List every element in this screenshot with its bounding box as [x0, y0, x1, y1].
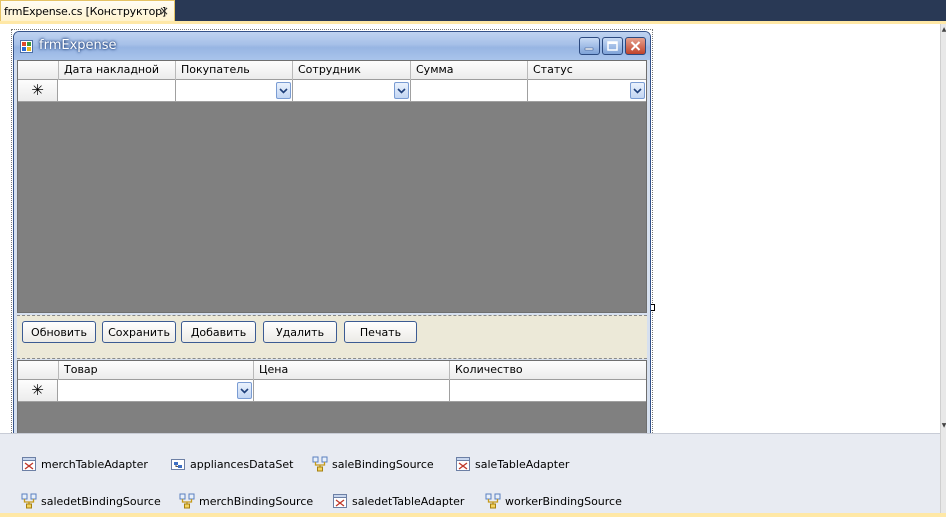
maximize-icon — [607, 41, 618, 51]
sales-grid-header: Дата накладной Покупатель Сотрудник Сумм… — [18, 61, 646, 80]
tray-item-appliances-dataset[interactable]: appliancesDataSet — [170, 456, 293, 472]
refresh-button[interactable]: Обновить — [22, 321, 96, 343]
column-header-product[interactable]: Товар — [59, 361, 254, 380]
tray-item-merch-binding-source[interactable]: merchBindingSource — [179, 493, 313, 509]
tray-bottom-border — [0, 513, 946, 517]
button-panel: Обновить Сохранить Добавить Удалить Печа… — [17, 315, 647, 359]
add-button[interactable]: Добавить — [181, 321, 256, 343]
document-tab-strip: frmExpense.cs [Конструктор] × — [0, 0, 946, 22]
cell-status[interactable] — [528, 80, 646, 101]
sale-details-grid-header: Товар Цена Количество — [18, 361, 646, 380]
tray-item-label: saledetTableAdapter — [352, 494, 465, 508]
tray-item-sale-table-adapter[interactable]: saleTableAdapter — [455, 456, 569, 472]
cell-employee[interactable] — [293, 80, 411, 101]
column-header-price[interactable]: Цена — [254, 361, 450, 380]
tray-item-merch-table-adapter[interactable]: merchTableAdapter — [21, 456, 148, 472]
tray-item-saledet-table-adapter[interactable]: saledetTableAdapter — [332, 493, 464, 509]
column-header-quantity[interactable]: Количество — [450, 361, 646, 380]
column-header-date[interactable]: Дата накладной — [59, 61, 176, 80]
save-button[interactable]: Сохранить — [102, 321, 176, 343]
cell-quantity[interactable] — [450, 380, 646, 401]
document-tab-title: frmExpense.cs [Конструктор] — [4, 4, 166, 18]
scroll-up-icon[interactable]: ▲ — [941, 26, 946, 33]
column-header-customer[interactable]: Покупатель — [176, 61, 293, 80]
cell-sum[interactable] — [411, 80, 528, 101]
chevron-down-icon — [240, 387, 249, 394]
status-dropdown-button[interactable] — [630, 82, 645, 99]
close-button[interactable] — [625, 37, 646, 55]
tray-item-label: saleTableAdapter — [475, 457, 570, 471]
binding-source-icon — [21, 493, 37, 509]
new-row-marker-icon: ✳ — [18, 380, 58, 401]
tab-close-icon[interactable]: × — [158, 5, 170, 17]
cell-date[interactable] — [59, 80, 176, 101]
form-title: frmExpense — [39, 38, 117, 53]
tray-item-saledet-binding-source[interactable]: saledetBindingSource — [21, 493, 161, 509]
sale-details-grid[interactable]: Товар Цена Количество ✳ — [17, 360, 647, 433]
sale-details-grid-new-row[interactable]: ✳ — [18, 380, 646, 402]
minimize-icon — [584, 47, 594, 51]
sales-grid-new-row[interactable]: ✳ — [18, 80, 646, 102]
component-tray[interactable]: merchTableAdapter appliancesDataSet sale… — [0, 433, 946, 517]
table-adapter-icon — [22, 457, 36, 471]
form-window[interactable]: frmExpense Дата накладной Покупатель Сот… — [13, 31, 651, 433]
form-titlebar[interactable]: frmExpense — [14, 32, 650, 60]
table-adapter-icon — [333, 494, 347, 508]
close-icon — [630, 41, 641, 51]
form-app-icon — [20, 40, 33, 53]
tray-item-label: saleBindingSource — [332, 457, 434, 471]
print-button[interactable]: Печать — [344, 321, 417, 343]
minimize-button[interactable] — [579, 37, 600, 55]
column-header-sum[interactable]: Сумма — [411, 61, 528, 80]
table-adapter-icon — [456, 457, 470, 471]
binding-source-icon — [485, 493, 501, 509]
scroll-down-icon[interactable]: ▼ — [941, 422, 946, 429]
designer-surface[interactable]: frmExpense Дата накладной Покупатель Сот… — [0, 24, 940, 433]
tray-item-worker-binding-source[interactable]: workerBindingSource — [485, 493, 622, 509]
column-header-status[interactable]: Статус — [528, 61, 646, 80]
cell-product[interactable] — [59, 380, 254, 401]
chevron-down-icon — [397, 87, 406, 94]
cell-customer[interactable] — [176, 80, 293, 101]
delete-button[interactable]: Удалить — [263, 321, 337, 343]
tray-item-label: merchBindingSource — [199, 494, 314, 508]
binding-source-icon — [179, 493, 195, 509]
customer-dropdown-button[interactable] — [276, 82, 291, 99]
tray-item-label: workerBindingSource — [505, 494, 622, 508]
binding-source-icon — [312, 456, 328, 472]
dataset-icon — [171, 459, 185, 470]
new-row-marker-icon: ✳ — [18, 80, 58, 101]
tray-vertical-scrollbar[interactable] — [940, 433, 946, 513]
employee-dropdown-button[interactable] — [394, 82, 409, 99]
chevron-down-icon — [633, 87, 642, 94]
row-header-corner — [18, 61, 59, 80]
tray-item-label: saledetBindingSource — [41, 494, 161, 508]
maximize-button[interactable] — [602, 37, 623, 55]
tray-item-sale-binding-source[interactable]: saleBindingSource — [312, 456, 434, 472]
column-header-employee[interactable]: Сотрудник — [293, 61, 411, 80]
sales-grid[interactable]: Дата накладной Покупатель Сотрудник Сумм… — [17, 60, 647, 313]
product-dropdown-button[interactable] — [237, 382, 252, 399]
tray-item-label: appliancesDataSet — [190, 457, 294, 471]
chevron-down-icon — [279, 87, 288, 94]
tray-item-label: merchTableAdapter — [41, 457, 148, 471]
document-tab-frmexpense[interactable]: frmExpense.cs [Конструктор] × — [0, 0, 175, 21]
row-header-corner — [18, 361, 59, 380]
cell-price[interactable] — [254, 380, 450, 401]
designer-vertical-scrollbar[interactable]: ▲ ▼ — [940, 24, 946, 433]
